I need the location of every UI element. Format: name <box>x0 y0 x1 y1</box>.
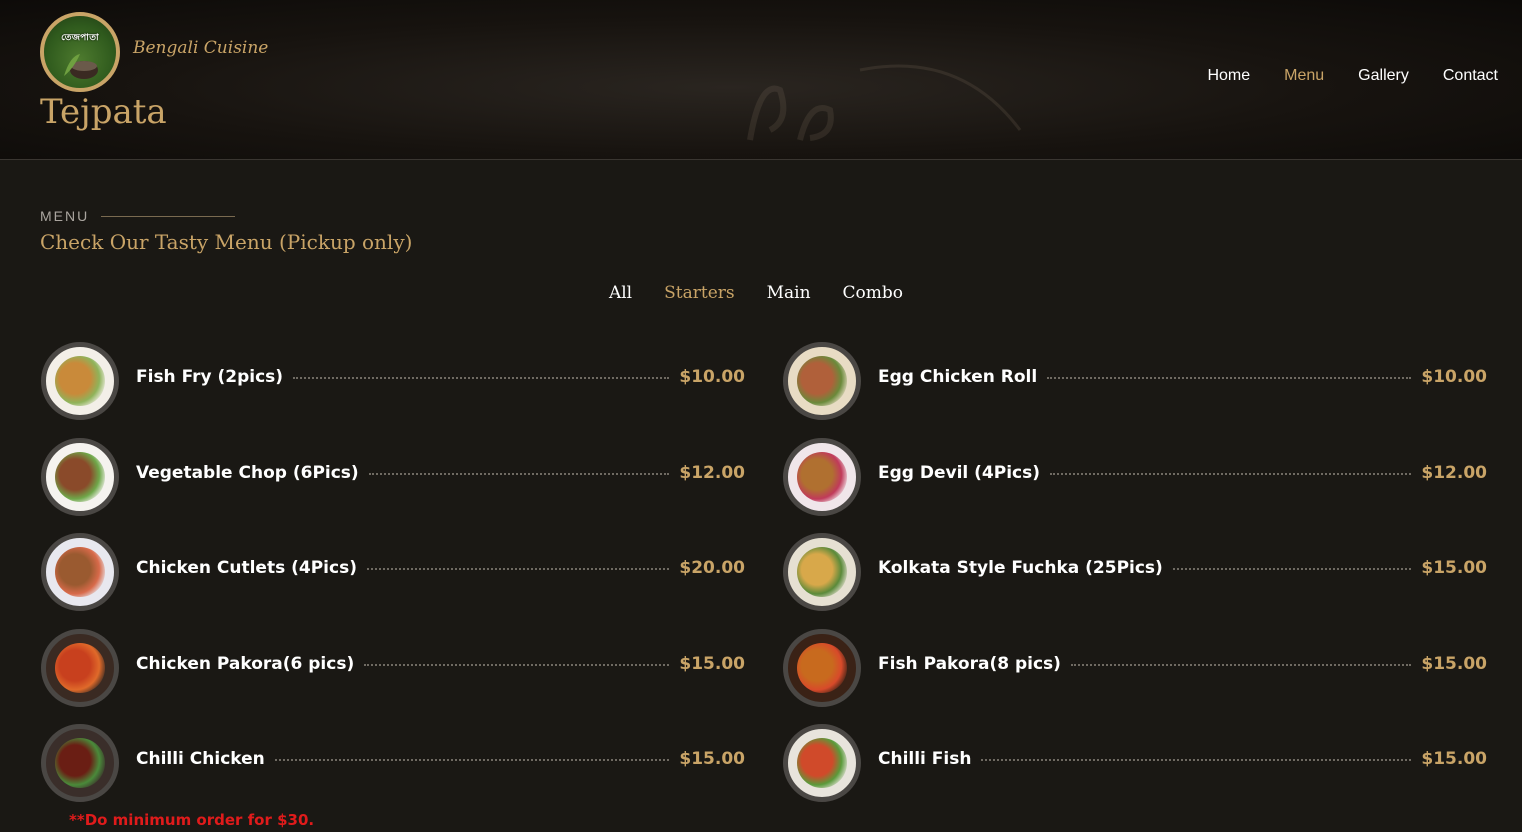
nav-gallery[interactable]: Gallery <box>1358 67 1409 85</box>
food-thumbnail[interactable] <box>783 437 861 516</box>
brand-tagline: Bengali Cuisine <box>133 38 269 58</box>
background-watermark <box>747 64 1022 141</box>
dotted-leader <box>368 472 670 475</box>
nav-contact[interactable]: Contact <box>1443 67 1498 85</box>
food-thumbnail[interactable] <box>41 628 119 707</box>
menu-item-name: Fish Pakora(8 pics) <box>878 653 1061 674</box>
food-thumbnail[interactable] <box>41 437 119 516</box>
brand-name[interactable]: Tejpata <box>40 92 167 132</box>
dotted-leader <box>981 759 1412 761</box>
menu-item-price: $10.00 <box>679 367 745 387</box>
menu-item[interactable]: Egg Devil (4Pics) $12.00 <box>783 437 1487 534</box>
logo-badge[interactable]: তেজপাতা <box>40 12 120 92</box>
menu-item-price: $10.00 <box>1421 367 1487 387</box>
dotted-leader <box>1050 472 1412 475</box>
food-plate <box>797 642 847 693</box>
section-label-text: MENU <box>40 208 90 224</box>
site-header: তেজপাতা Bengali Cuisine Tejpata Home Men… <box>0 0 1522 160</box>
menu-item[interactable]: Kolkata Style Fuchka (25Pics) $15.00 <box>783 533 1487 629</box>
filter-starters[interactable]: Starters <box>664 283 734 303</box>
menu-item-price: $12.00 <box>1421 462 1487 483</box>
menu-item-price: $20.00 <box>679 558 745 578</box>
menu-item[interactable]: Vegetable Chop (6Pics) $12.00 <box>41 437 745 534</box>
menu-item-line: Fish Fry (2pics) $10.00 <box>136 342 745 412</box>
filter-all[interactable]: All <box>609 283 632 303</box>
logo-text: তেজপাতা <box>61 33 99 43</box>
section-label: MENU <box>40 208 236 224</box>
menu-item-price: $15.00 <box>1421 653 1487 674</box>
menu-item-name: Kolkata Style Fuchka (25Pics) <box>878 558 1163 578</box>
menu-item-price: $15.00 <box>679 653 745 674</box>
food-thumbnail[interactable] <box>783 533 861 611</box>
menu-filters: All Starters Main Combo <box>0 283 1522 303</box>
menu-item[interactable]: Chilli Fish $15.00 <box>783 724 1487 820</box>
menu-item-line: Chicken Pakora(6 pics) $15.00 <box>136 629 745 699</box>
menu-item-line: Chilli Chicken $15.00 <box>136 724 745 794</box>
menu-item[interactable]: Chilli Chicken $15.00 <box>41 724 745 820</box>
leaf-bowl-icon <box>64 54 98 79</box>
menu-item-name: Egg Devil (4Pics) <box>878 462 1041 483</box>
menu-item[interactable]: Chicken Pakora(6 pics) $15.00 <box>41 628 745 725</box>
menu-item[interactable]: Fish Fry (2pics) $10.00 <box>41 342 745 438</box>
menu-item-price: $12.00 <box>679 462 745 483</box>
menu-item-name: Chilli Chicken <box>136 749 265 769</box>
menu-item-name: Egg Chicken Roll <box>878 367 1038 387</box>
food-plate <box>55 642 105 693</box>
menu-item-name: Chicken Cutlets (4Pics) <box>136 558 357 578</box>
food-plate <box>55 356 105 406</box>
dotted-leader <box>274 759 670 761</box>
menu-item-line: Chicken Cutlets (4Pics) $20.00 <box>136 533 745 603</box>
nav-menu[interactable]: Menu <box>1284 67 1324 85</box>
menu-column-right: Egg Chicken Roll $10.00 Egg Devil (4Pics… <box>783 342 1487 820</box>
food-thumbnail[interactable] <box>783 724 861 802</box>
menu-item-line: Egg Devil (4Pics) $12.00 <box>878 438 1487 508</box>
menu-item-line: Kolkata Style Fuchka (25Pics) $15.00 <box>878 533 1487 603</box>
food-plate <box>55 738 105 788</box>
food-plate <box>797 547 847 597</box>
dotted-leader <box>1047 377 1412 379</box>
dotted-leader <box>293 377 670 379</box>
food-plate <box>797 356 847 406</box>
menu-item-price: $15.00 <box>679 749 745 769</box>
dotted-leader <box>364 663 670 666</box>
food-plate <box>797 738 847 788</box>
food-thumbnail[interactable] <box>783 342 861 420</box>
food-thumbnail[interactable] <box>41 342 119 420</box>
dotted-leader <box>1172 568 1412 570</box>
food-thumbnail[interactable] <box>41 724 119 802</box>
menu-item-line: Chilli Fish $15.00 <box>878 724 1487 794</box>
food-plate <box>55 451 105 502</box>
section-label-rule <box>101 215 236 217</box>
minimum-order-notice: **Do minimum order for $30. <box>69 811 315 829</box>
menu-item[interactable]: Fish Pakora(8 pics) $15.00 <box>783 628 1487 725</box>
menu-item-name: Vegetable Chop (6Pics) <box>136 462 359 483</box>
food-thumbnail[interactable] <box>41 533 119 611</box>
dotted-leader <box>1070 663 1412 666</box>
menu-item[interactable]: Egg Chicken Roll $10.00 <box>783 342 1487 438</box>
dotted-leader <box>366 568 670 570</box>
menu-item-line: Vegetable Chop (6Pics) $12.00 <box>136 438 745 508</box>
section-title: Check Our Tasty Menu (Pickup only) <box>40 230 413 254</box>
food-plate <box>797 451 847 502</box>
filter-combo[interactable]: Combo <box>843 283 903 303</box>
menu-item-price: $15.00 <box>1421 558 1487 578</box>
menu-item-name: Fish Fry (2pics) <box>136 367 284 387</box>
food-plate <box>55 547 105 597</box>
nav-home[interactable]: Home <box>1207 67 1250 85</box>
menu-item-price: $15.00 <box>1421 749 1487 769</box>
filter-main[interactable]: Main <box>767 283 811 303</box>
food-thumbnail[interactable] <box>783 628 861 707</box>
menu-column-left: Fish Fry (2pics) $10.00 Vegetable Chop (… <box>41 342 745 820</box>
menu-item-name: Chilli Fish <box>878 749 972 769</box>
main-nav: Home Menu Gallery Contact <box>1207 67 1498 85</box>
menu-item-name: Chicken Pakora(6 pics) <box>136 653 355 674</box>
menu-item-line: Egg Chicken Roll $10.00 <box>878 342 1487 412</box>
menu-item-line: Fish Pakora(8 pics) $15.00 <box>878 629 1487 699</box>
menu-item[interactable]: Chicken Cutlets (4Pics) $20.00 <box>41 533 745 629</box>
